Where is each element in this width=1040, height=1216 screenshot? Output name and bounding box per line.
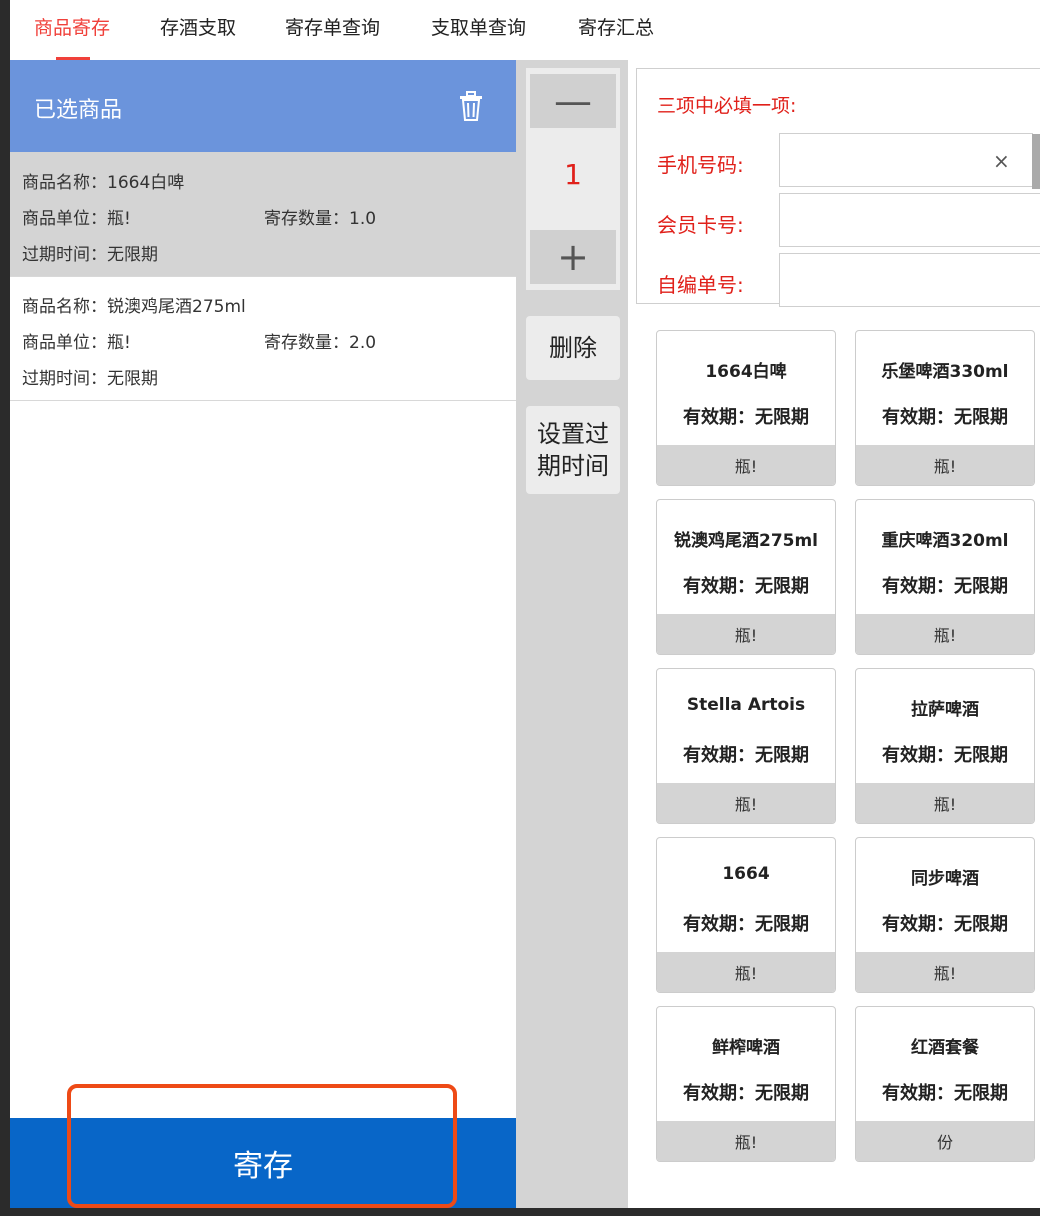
serial-number-field[interactable] <box>779 253 1040 307</box>
tab-deposit-query[interactable]: 寄存单查询 <box>285 13 380 40</box>
set-expiry-button[interactable]: 设置过 期时间 <box>526 406 620 494</box>
selected-items-title: 已选商品 <box>34 98 123 123</box>
product-name: 乐堡啤酒330ml <box>881 362 1009 382</box>
product-expiry: 有效期：无限期 <box>683 1083 809 1104</box>
item-unit: 商品单位：瓶! <box>22 333 131 353</box>
trash-icon[interactable] <box>458 90 484 122</box>
product-unit: 瓶! <box>657 445 835 485</box>
product-name: 锐澳鸡尾酒275ml <box>673 531 819 551</box>
product-unit: 瓶! <box>856 614 1034 654</box>
tab-deposit-summary[interactable]: 寄存汇总 <box>578 13 654 40</box>
quantity-controls: — 1 + 删除 设置过 期时间 <box>516 60 628 1208</box>
selected-items-panel: 已选商品 商品名称：1664白啤 商品单位：瓶! 寄存数量：1.0 过期时间：无限… <box>10 60 516 1208</box>
phone-clear-icon[interactable]: × <box>993 149 1010 173</box>
phone-label: 手机号码: <box>657 153 744 177</box>
product-card[interactable]: 鲜榨啤酒 有效期：无限期 瓶! <box>656 1006 836 1162</box>
product-expiry: 有效期：无限期 <box>683 407 809 428</box>
product-name: 同步啤酒 <box>911 869 979 889</box>
increase-button[interactable]: + <box>530 230 616 284</box>
product-card[interactable]: 1664 有效期：无限期 瓶! <box>656 837 836 993</box>
item-unit-qty-line: 商品单位：瓶! 寄存数量：1.0 <box>22 204 376 229</box>
item-qty: 寄存数量：1.0 <box>264 209 377 229</box>
product-card[interactable]: Stella Artois 有效期：无限期 瓶! <box>656 668 836 824</box>
product-card[interactable]: 锐澳鸡尾酒275ml 有效期：无限期 瓶! <box>656 499 836 655</box>
product-name: Stella Artois <box>686 695 806 715</box>
product-expiry: 有效期：无限期 <box>683 745 809 766</box>
quantity-value: 1 <box>564 158 582 191</box>
set-expiry-label-2: 期时间 <box>537 452 609 480</box>
serial-number-label: 自编单号: <box>657 273 744 297</box>
tab-bar: 商品寄存 存酒支取 寄存单查询 支取单查询 寄存汇总 <box>10 0 1040 61</box>
product-unit: 瓶! <box>856 783 1034 823</box>
product-name: 鲜榨啤酒 <box>712 1038 780 1058</box>
item-unit: 商品单位：瓶! <box>22 209 131 229</box>
highlight-annotation <box>67 1084 457 1208</box>
tab-withdraw-query[interactable]: 支取单查询 <box>431 13 526 40</box>
product-card[interactable]: 重庆啤酒320ml 有效期：无限期 瓶! <box>855 499 1035 655</box>
member-card-field[interactable] <box>779 193 1040 247</box>
product-unit: 瓶! <box>657 783 835 823</box>
item-expiry: 过期时间：无限期 <box>22 245 158 265</box>
product-card[interactable]: 乐堡啤酒330ml 有效期：无限期 瓶! <box>855 330 1035 486</box>
product-name: 红酒套餐 <box>911 1038 979 1058</box>
item-name: 商品名称：1664白啤 <box>22 173 185 193</box>
form-title: 三项中必填一项: <box>657 95 797 117</box>
product-name: 1664 <box>722 864 770 884</box>
product-expiry: 有效期：无限期 <box>683 914 809 935</box>
item-expiry: 过期时间：无限期 <box>22 369 158 389</box>
product-unit: 瓶! <box>657 1121 835 1161</box>
search-button[interactable] <box>1032 134 1040 189</box>
set-expiry-label-1: 设置过 <box>537 420 609 448</box>
product-unit: 瓶! <box>856 445 1034 485</box>
selected-item-row[interactable]: 商品名称：锐澳鸡尾酒275ml 商品单位：瓶! 寄存数量：2.0 过期时间：无限期 <box>10 276 516 401</box>
product-expiry: 有效期：无限期 <box>882 745 1008 766</box>
product-card[interactable]: 红酒套餐 有效期：无限期 份 <box>855 1006 1035 1162</box>
product-unit: 瓶! <box>657 952 835 992</box>
product-name: 拉萨啤酒 <box>911 700 979 720</box>
tab-withdraw[interactable]: 存酒支取 <box>160 13 236 40</box>
product-unit: 瓶! <box>856 952 1034 992</box>
app-window: 商品寄存 存酒支取 寄存单查询 支取单查询 寄存汇总 已选商品 商品名称：166… <box>10 0 1040 1208</box>
product-expiry: 有效期：无限期 <box>882 1083 1008 1104</box>
product-expiry: 有效期：无限期 <box>683 576 809 597</box>
product-panel: 三项中必填一项: 手机号码: × 会员卡号: × 自编单号: × 1664白啤 … <box>628 60 1040 1208</box>
product-expiry: 有效期：无限期 <box>882 576 1008 597</box>
customer-form: 三项中必填一项: 手机号码: × 会员卡号: × 自编单号: × <box>636 68 1040 307</box>
quantity-stepper: — 1 + <box>526 68 620 290</box>
product-card[interactable]: 同步啤酒 有效期：无限期 瓶! <box>855 837 1035 993</box>
product-expiry: 有效期：无限期 <box>882 407 1008 428</box>
product-name: 1664白啤 <box>705 362 787 382</box>
product-card[interactable]: 1664白啤 有效期：无限期 瓶! <box>656 330 836 486</box>
selected-items-header: 已选商品 <box>10 60 516 152</box>
product-unit: 份 <box>856 1121 1034 1161</box>
item-qty: 寄存数量：2.0 <box>264 333 377 353</box>
product-name: 重庆啤酒320ml <box>881 531 1009 551</box>
item-name: 商品名称：锐澳鸡尾酒275ml <box>22 297 246 317</box>
item-unit-qty-line: 商品单位：瓶! 寄存数量：2.0 <box>22 328 376 353</box>
member-card-label: 会员卡号: <box>657 213 744 237</box>
selected-item-row[interactable]: 商品名称：1664白啤 商品单位：瓶! 寄存数量：1.0 过期时间：无限期 <box>10 152 516 277</box>
tab-deposit[interactable]: 商品寄存 <box>34 13 110 40</box>
decrease-button[interactable]: — <box>530 74 616 128</box>
delete-button[interactable]: 删除 <box>526 316 620 380</box>
product-unit: 瓶! <box>657 614 835 654</box>
product-card[interactable]: 拉萨啤酒 有效期：无限期 瓶! <box>855 668 1035 824</box>
product-expiry: 有效期：无限期 <box>882 914 1008 935</box>
